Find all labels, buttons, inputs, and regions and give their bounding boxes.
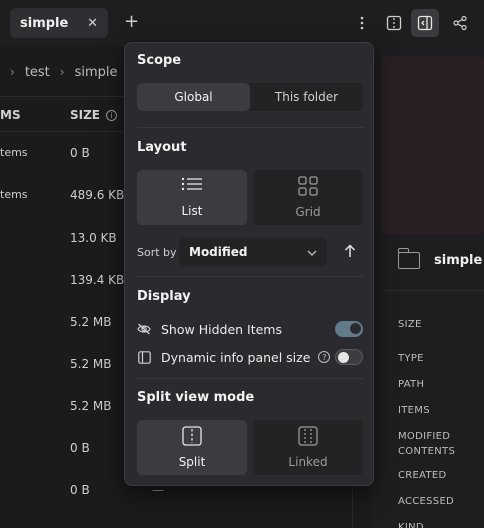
linked-mode-label: Linked [288,455,328,469]
row-size: 489.6 KB [70,188,125,202]
divider [137,378,363,379]
meta-label-path: PATH [398,379,425,390]
layout-grid-label: Grid [295,205,321,219]
row-items: tems [0,146,28,159]
divider [137,127,363,128]
title-bar: simple ✕ + [0,0,484,46]
show-hidden-items-toggle[interactable] [335,321,363,337]
layout-list-option[interactable]: List [137,170,247,225]
close-icon[interactable]: ✕ [87,16,98,31]
row-size: 139.4 KB [70,273,125,287]
split-mode-option[interactable]: Split [137,420,247,475]
help-icon[interactable]: ? [318,351,331,363]
sort-direction-button[interactable] [337,238,363,266]
row-size: 5.2 MB [70,315,112,329]
linked-mode-option[interactable]: Linked [253,420,363,475]
share-icon[interactable] [448,11,472,35]
chevron-down-icon [307,245,317,259]
layout-list-label: List [181,204,203,218]
meta-label-kind: KIND [398,522,424,528]
chevron-right-icon: › [10,65,15,79]
row-size: 13.0 KB [70,231,117,245]
new-tab-button[interactable]: + [124,12,139,32]
info-panel-header: simple [397,248,483,269]
meta-label-created: CREATED [398,470,447,481]
dynamic-panel-size-row[interactable]: Dynamic info panel size ? [137,347,363,367]
row-size: 5.2 MB [70,357,112,371]
folder-icon [397,248,420,269]
tab-label: simple [20,15,69,31]
size-header-label: SIZE [70,108,101,122]
sort-by-label: Sort by [137,246,177,259]
row-size: 0 B [70,441,90,455]
preview-area [382,56,484,234]
meta-label-type: TYPE [398,353,424,364]
meta-label-modified: MODIFIED CONTENTS [398,431,456,457]
dynamic-panel-size-toggle[interactable] [335,349,363,365]
row-size: 5.2 MB [70,399,112,413]
arrow-up-icon [344,243,356,262]
scope-global-option[interactable]: Global [137,83,250,111]
list-icon [181,177,203,198]
more-options-icon[interactable] [350,11,374,35]
row-size: 0 B [70,483,90,497]
view-options-popover: Scope Global This folder Layout List Gri [124,42,374,486]
linked-icon [298,426,318,449]
folder-name: simple [434,253,483,268]
column-size-header[interactable]: SIZE i [70,108,118,122]
meta-label-items: ITEMS [398,405,430,416]
layout-grid-option[interactable]: Grid [253,170,363,225]
info-panel-icon[interactable] [411,9,439,37]
sort-by-value: Modified [189,245,248,259]
panel-icon [137,350,151,364]
sort-by-select[interactable]: Modified [179,238,327,266]
divider [137,276,363,277]
split-mode-label: Split [178,455,206,469]
breadcrumb-simple[interactable]: simple [75,65,118,80]
split-view-title: Split view mode [137,390,255,405]
divider [382,290,484,291]
info-icon[interactable]: i [106,109,118,121]
row-size: 0 B [70,146,90,160]
row-items: tems [0,188,28,201]
meta-label-size: SIZE [398,319,422,330]
eye-off-icon [137,322,151,336]
meta-label-accessed: ACCESSED [398,496,455,507]
scope-folder-option[interactable]: This folder [250,83,363,111]
grid-icon [298,176,318,199]
column-items-header[interactable]: MS [0,108,21,122]
show-hidden-items-label: Show Hidden Items [161,321,282,337]
layout-title: Layout [137,140,187,155]
breadcrumb-test[interactable]: test [25,65,50,80]
scope-title: Scope [137,53,182,68]
chevron-right-icon: › [59,65,65,79]
show-hidden-items-row[interactable]: Show Hidden Items [137,319,363,339]
split-icon [182,426,202,449]
scope-selector: Global This folder [137,83,363,111]
display-title: Display [137,289,191,304]
tab-simple[interactable]: simple ✕ [10,8,108,38]
dynamic-panel-size-label: Dynamic info panel size [161,349,311,365]
split-view-icon[interactable] [382,11,406,35]
